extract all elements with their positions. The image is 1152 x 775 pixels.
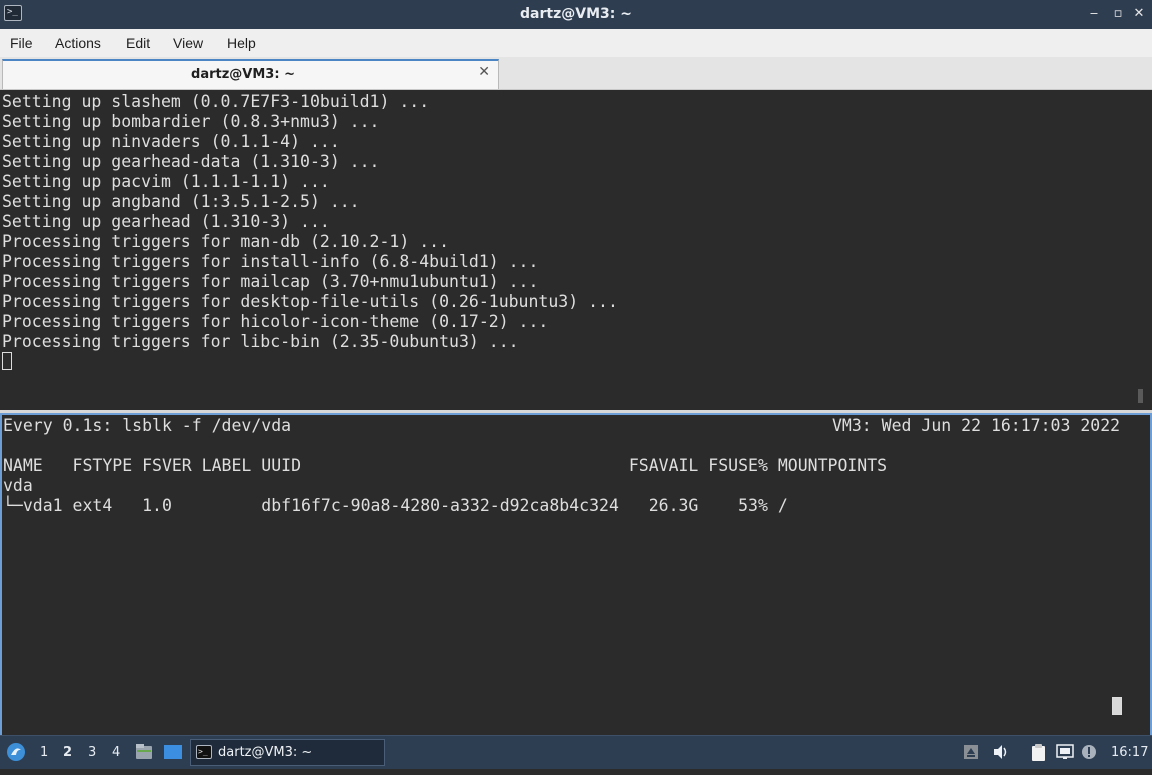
maximize-button[interactable]: ▫ (1107, 3, 1129, 25)
terminal-cursor (1112, 697, 1122, 715)
menu-file[interactable]: File (10, 29, 33, 57)
terminal-line: Processing triggers for mailcap (3.70+nm… (2, 272, 539, 291)
workspace-4[interactable]: 4 (112, 736, 120, 769)
terminal-line: Setting up pacvim (1.1.1-1.1) ... (2, 172, 330, 191)
menu-view[interactable]: View (173, 29, 203, 57)
tab-terminal[interactable]: dartz@VM3: ~ ✕ (2, 59, 499, 89)
terminal-line: Setting up slashem (0.0.7E7F3-10build1) … (2, 92, 430, 111)
tab-bar: dartz@VM3: ~ ✕ (0, 57, 1152, 90)
terminal-line: Setting up angband (1:3.5.1-2.5) ... (2, 192, 360, 211)
watch-header: Every 0.1s: lsblk -f /dev/vda (3, 416, 292, 435)
taskbar-terminal-label: dartz@VM3: ~ (218, 745, 313, 760)
eject-icon[interactable] (963, 744, 979, 760)
terminal-line: Setting up ninvaders (0.1.1-4) ... (2, 132, 340, 151)
volume-icon[interactable] (992, 744, 1008, 760)
clock[interactable]: 16:17 (1111, 736, 1148, 769)
workspace-2[interactable]: 2 (63, 736, 72, 769)
terminal-pane-top[interactable]: Setting up slashem (0.0.7E7F3-10build1) … (0, 92, 1152, 410)
close-button[interactable]: ✕ (1128, 3, 1150, 25)
watch-status: VM3: Wed Jun 22 16:17:03 2022 (832, 416, 1121, 435)
workspace-1[interactable]: 1 (40, 736, 48, 769)
network-icon[interactable] (1056, 744, 1074, 760)
terminal-line: Processing triggers for install-info (6.… (2, 252, 539, 271)
lsblk-header: NAME FSTYPE FSVER LABEL UUID FSAVAIL FSU… (3, 456, 888, 475)
window-titlebar: >_ dartz@VM3: ~ ‒ ▫ ✕ (0, 0, 1152, 30)
show-desktop-icon[interactable] (163, 736, 183, 769)
window-title: dartz@VM3: ~ (520, 6, 632, 22)
terminal-line: Setting up bombardier (0.8.3+nmu3) ... (2, 112, 380, 131)
menu-bar: File Actions Edit View Help (0, 29, 1152, 57)
terminal-line: Processing triggers for hicolor-icon-the… (2, 312, 549, 331)
lsblk-row: vda (3, 476, 33, 495)
file-manager-icon[interactable] (135, 736, 153, 769)
menu-actions[interactable]: Actions (55, 29, 101, 57)
terminal-line: Processing triggers for man-db (2.10.2-1… (2, 232, 450, 251)
terminal-icon: >_ (196, 745, 212, 759)
tab-label: dartz@VM3: ~ (191, 67, 295, 82)
lsblk-row: └─vda1 ext4 1.0 dbf16f7c-90a8-4280-a332-… (3, 496, 788, 515)
terminal-line: Setting up gearhead-data (1.310-3) ... (2, 152, 380, 171)
menu-edit[interactable]: Edit (126, 29, 150, 57)
terminal-line: Processing triggers for libc-bin (2.35-0… (2, 332, 519, 351)
minimize-button[interactable]: ‒ (1083, 3, 1105, 25)
terminal-pane-bottom[interactable]: Every 0.1s: lsblk -f /dev/vda VM3: Wed J… (0, 413, 1152, 736)
menu-help[interactable]: Help (227, 29, 256, 57)
terminal-line: Processing triggers for desktop-file-uti… (2, 292, 618, 311)
terminal-line: Setting up gearhead (1.310-3) ... (2, 212, 330, 231)
tab-close-icon[interactable]: ✕ (478, 64, 490, 80)
notification-icon[interactable] (1081, 744, 1097, 760)
taskbar-terminal-button[interactable]: >_ dartz@VM3: ~ (190, 739, 385, 766)
start-menu-icon[interactable] (6, 736, 26, 769)
workspace-3[interactable]: 3 (88, 736, 96, 769)
taskbar: 1 2 3 4 >_ dartz@VM3: ~ 16:17 (0, 735, 1152, 769)
scrollbar-handle[interactable] (1138, 389, 1143, 403)
terminal-cursor (2, 352, 12, 370)
clipboard-icon[interactable] (1030, 744, 1046, 761)
